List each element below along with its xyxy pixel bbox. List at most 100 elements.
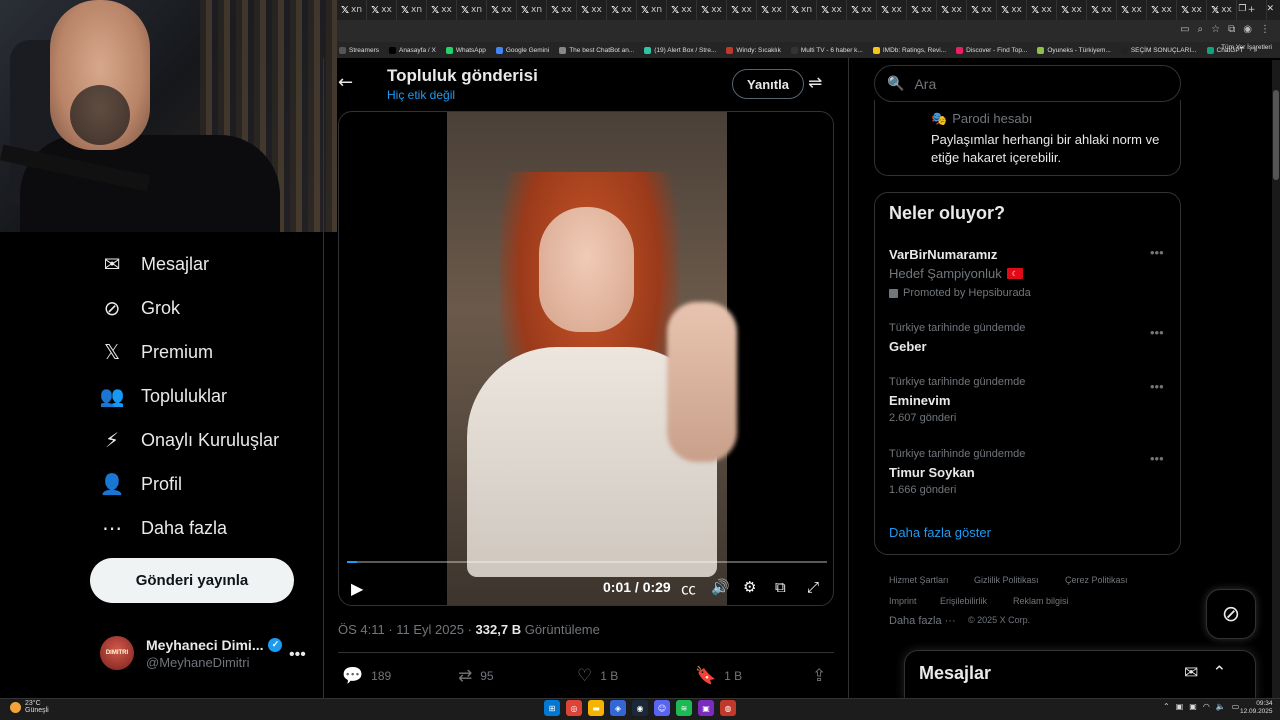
reply-action[interactable]: 💬 189 <box>342 666 391 686</box>
back-arrow-icon[interactable]: ← <box>338 72 358 93</box>
speaker-icon[interactable]: 🔈 <box>1216 702 1226 711</box>
browser-tab[interactable]: 𝕏xx <box>427 0 457 20</box>
account-switcher[interactable]: DIMITRI Meyhaneci Dimi... ✓ @MeyhaneDimi… <box>100 636 283 670</box>
browser-tab[interactable]: 𝕏xx <box>1057 0 1087 20</box>
fullscreen-icon[interactable]: ⤢ <box>807 578 819 596</box>
filter-icon[interactable]: ⇌ <box>808 73 822 93</box>
browser-tab[interactable]: 𝕏xx <box>937 0 967 20</box>
grok-icon[interactable]: ⊘ <box>1206 589 1256 639</box>
bookmark-item[interactable]: Google Gemini <box>495 46 549 54</box>
sidebar-item-verified-orgs[interactable]: ⚡ Onaylı Kuruluşlar <box>100 428 279 452</box>
account-more-icon[interactable]: ••• <box>289 646 306 664</box>
new-message-icon[interactable]: ✉ <box>1184 663 1198 683</box>
trend-more-icon[interactable]: ••• <box>1150 379 1164 394</box>
browser-tab[interactable]: 𝕏xx <box>667 0 697 20</box>
community-subtitle-link[interactable]: Hiç etik değil <box>387 88 455 102</box>
battery-icon[interactable]: ▭ <box>1232 702 1240 711</box>
bookmark-action[interactable]: 🔖 1 B <box>695 666 742 686</box>
repost-action[interactable]: ⇄ 95 <box>458 666 494 686</box>
browser-tab[interactable]: 𝕏xx <box>367 0 397 20</box>
post-timestamp[interactable]: ÖS 4:11 · 11 Eyl 2025 · <box>338 622 476 637</box>
tray-chevron-icon[interactable]: ⌃ <box>1163 702 1170 711</box>
install-icon[interactable]: ▭ <box>1180 24 1189 35</box>
browser-tab[interactable]: 𝕏xx <box>1147 0 1177 20</box>
browser-tab[interactable]: 𝕏xx <box>1087 0 1117 20</box>
footer-link[interactable]: Imprint <box>889 596 917 606</box>
discord-icon[interactable]: ☺ <box>654 700 670 716</box>
browser-tab[interactable]: 𝕏xx <box>997 0 1027 20</box>
sidebar-item-grok[interactable]: ⊘ Grok <box>100 296 180 320</box>
footer-link[interactable]: Erişilebilirlik <box>940 596 987 606</box>
sidebar-item-profile[interactable]: 👤 Profil <box>100 472 182 496</box>
browser-tab[interactable]: 𝕏xx <box>697 0 727 20</box>
footer-link[interactable]: Daha fazla ··· <box>889 615 956 627</box>
bookmark-item[interactable]: WhatsApp <box>445 46 486 54</box>
all-bookmarks[interactable]: Tüm Yer İşaretleri <box>1221 44 1272 51</box>
steam-icon[interactable]: ◉ <box>632 700 648 716</box>
browser-tab[interactable]: 𝕏xx <box>1177 0 1207 20</box>
browser-tab[interactable]: 𝕏xx <box>1027 0 1057 20</box>
volume-icon[interactable]: 🔊 <box>711 578 730 596</box>
like-action[interactable]: ♡ 1 B <box>577 666 618 686</box>
play-icon[interactable]: ▶ <box>351 579 363 598</box>
video-player[interactable]: ▶ 0:01 / 0:29 ㏄ 🔊 ⚙ ⧉ ⤢ <box>338 111 834 606</box>
sidebar-item-premium[interactable]: 𝕏 Premium <box>100 340 213 364</box>
browser-tab[interactable]: 𝕏xx <box>757 0 787 20</box>
bookmark-item[interactable]: Discover - Find Top... <box>956 46 1027 54</box>
captions-icon[interactable]: ㏄ <box>681 578 696 599</box>
reply-button[interactable]: Yanıtla <box>732 69 804 99</box>
browser-tab[interactable]: 𝕏xn <box>457 0 487 20</box>
trend-more-icon[interactable]: ••• <box>1150 325 1164 340</box>
browser-tab[interactable]: 𝕏xn <box>517 0 547 20</box>
post-button[interactable]: Gönderi yayınla <box>90 558 294 603</box>
app-icon[interactable]: ▣ <box>698 700 714 716</box>
taskbar-clock[interactable]: 09:34 12.09.2025 <box>1240 700 1273 716</box>
star-icon[interactable]: ☆ <box>1211 24 1220 35</box>
tray-app-icon[interactable]: ▣ <box>1176 702 1184 711</box>
trend-name[interactable]: Geber <box>889 339 927 354</box>
bookmark-item[interactable]: Multi TV - 6 haber k... <box>790 46 863 54</box>
bookmark-item[interactable]: SEÇİM SONUÇLARI... <box>1120 46 1197 54</box>
window-controls[interactable]: – ❐ ✕ <box>1214 4 1274 14</box>
expand-icon[interactable]: ⌃ <box>1212 663 1226 683</box>
restore-icon[interactable]: ❐ <box>1238 4 1246 14</box>
browser-tab[interactable]: 𝕏xx <box>907 0 937 20</box>
browser-tab[interactable]: 𝕏xx <box>727 0 757 20</box>
tray-app-icon[interactable]: ▣ <box>1189 702 1197 711</box>
browser-tab[interactable]: 𝕏xx <box>967 0 997 20</box>
browser-tab[interactable]: 𝕏xx <box>607 0 637 20</box>
footer-link[interactable]: Çerez Politikası <box>1065 575 1128 585</box>
trend-more-icon[interactable]: ••• <box>1150 245 1164 260</box>
spotify-icon[interactable]: ≋ <box>676 700 692 716</box>
scrollbar-thumb[interactable] <box>1273 90 1279 180</box>
trend-name[interactable]: Eminevim <box>889 393 950 408</box>
browser-tab[interactable]: 𝕏xx <box>1117 0 1147 20</box>
bookmark-item[interactable]: (19) Alert Box / Stre... <box>644 46 716 54</box>
wifi-icon[interactable]: ◠ <box>1203 702 1210 711</box>
browser-tab[interactable]: 𝕏xx <box>817 0 847 20</box>
browser-tab[interactable]: 𝕏xn <box>337 0 367 20</box>
bookmark-item[interactable]: Streamers <box>339 46 379 54</box>
browser-tab[interactable]: 𝕏xx <box>577 0 607 20</box>
weather-widget[interactable]: 23°C Güneşli <box>10 700 49 714</box>
pip-icon[interactable]: ⧉ <box>775 578 786 596</box>
zoom-icon[interactable]: ⌕ <box>1198 24 1204 35</box>
share-action[interactable]: ⇪ <box>812 666 826 686</box>
address-bar[interactable] <box>337 20 1280 42</box>
bookmark-item[interactable]: Windy: Sıcaklık <box>726 46 781 54</box>
extensions-icon[interactable]: ⧉ <box>1228 24 1235 35</box>
search-input[interactable]: 🔍 Ara <box>874 65 1181 102</box>
browser-tab[interactable]: 𝕏xx <box>487 0 517 20</box>
show-more-link[interactable]: Daha fazla göster <box>889 525 991 540</box>
bookmark-item[interactable]: Anasayfa / X <box>388 46 436 54</box>
browser-tab[interactable]: 𝕏xx <box>847 0 877 20</box>
chrome-icon[interactable]: ◎ <box>566 700 582 716</box>
bookmark-item[interactable]: IMDb: Ratings, Revi... <box>872 46 946 54</box>
settings-icon[interactable]: ⚙ <box>743 578 756 596</box>
promoted-trend-name[interactable]: VarBirNumaramız <box>889 247 997 262</box>
sidebar-item-communities[interactable]: 👥 Topluluklar <box>100 384 228 408</box>
close-icon[interactable]: ✕ <box>1266 4 1274 14</box>
trend-more-icon[interactable]: ••• <box>1150 451 1164 466</box>
folder-icon[interactable]: ▬ <box>588 700 604 716</box>
trend-name[interactable]: Timur Soykan <box>889 465 975 480</box>
